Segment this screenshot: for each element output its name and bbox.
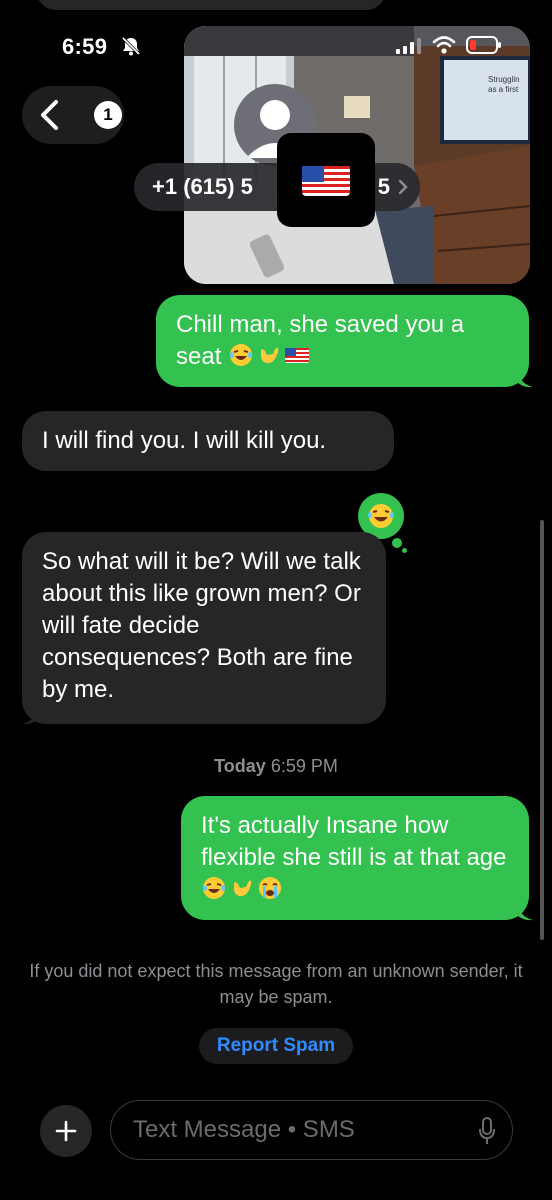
scrollbar[interactable] xyxy=(540,520,544,940)
contact-number: +1 (615) 5 xyxy=(152,174,253,199)
call-me-hand-icon xyxy=(261,347,279,364)
bubble-tail xyxy=(517,368,533,388)
laughing-crying-icon xyxy=(230,344,253,366)
message-text: So what will it be? Will we talk about t… xyxy=(42,548,361,703)
plus-icon xyxy=(55,1120,77,1142)
timestamp-day: Today xyxy=(214,756,266,776)
bubble-tail xyxy=(22,705,38,725)
timestamp-time: 6:59 PM xyxy=(270,756,338,776)
tapback-tail-small xyxy=(402,548,407,553)
laughing-crying-icon xyxy=(203,877,225,899)
message-input-placeholder: Text Message • SMS xyxy=(133,1116,355,1143)
status-time: 6:59 xyxy=(62,34,108,59)
microphone-icon[interactable] xyxy=(478,1117,496,1145)
message-bubble-received[interactable]: So what will it be? Will we talk about t… xyxy=(22,532,386,724)
signal-icon xyxy=(396,38,421,54)
message-text: Chill man, she saved you a seat xyxy=(176,311,465,370)
message-bubble-sent[interactable]: Chill man, she saved you a seat xyxy=(156,295,529,387)
contact-number-suffix: 5 xyxy=(377,174,390,199)
message-timestamp: Today 6:59 PM xyxy=(0,756,552,777)
spam-notice: If you did not expect this message from … xyxy=(29,961,523,1007)
message-input[interactable]: Text Message • SMS xyxy=(110,1100,513,1160)
message-text: It's actually Insane how flexible she st… xyxy=(201,812,507,871)
tapback-tail xyxy=(392,538,402,548)
unread-badge: 1 xyxy=(94,101,122,129)
call-me-hand-icon xyxy=(234,880,252,897)
loudly-crying-icon xyxy=(259,877,281,899)
report-spam-button[interactable]: Report Spam xyxy=(199,1028,353,1064)
add-attachment-button[interactable] xyxy=(40,1105,92,1157)
us-flag-icon xyxy=(285,348,310,363)
previous-message-bubble xyxy=(36,0,386,10)
flag-overlay xyxy=(277,133,375,227)
message-text: I will find you. I will kill you. xyxy=(42,427,327,454)
battery-low-icon xyxy=(466,36,501,54)
video-text-1: Strugglin xyxy=(488,75,520,84)
back-button[interactable]: 1 xyxy=(22,86,124,144)
message-bubble-received[interactable]: I will find you. I will kill you. xyxy=(22,411,394,471)
bubble-tail xyxy=(517,901,533,921)
message-bubble-sent[interactable]: It's actually Insane how flexible she st… xyxy=(181,796,529,920)
wifi-icon xyxy=(432,36,456,54)
chevron-left-icon xyxy=(41,100,58,130)
video-text-2: as a first xyxy=(488,85,519,94)
us-flag-icon xyxy=(302,166,350,196)
bell-slash-icon xyxy=(121,36,141,56)
chevron-right-icon xyxy=(398,179,408,195)
